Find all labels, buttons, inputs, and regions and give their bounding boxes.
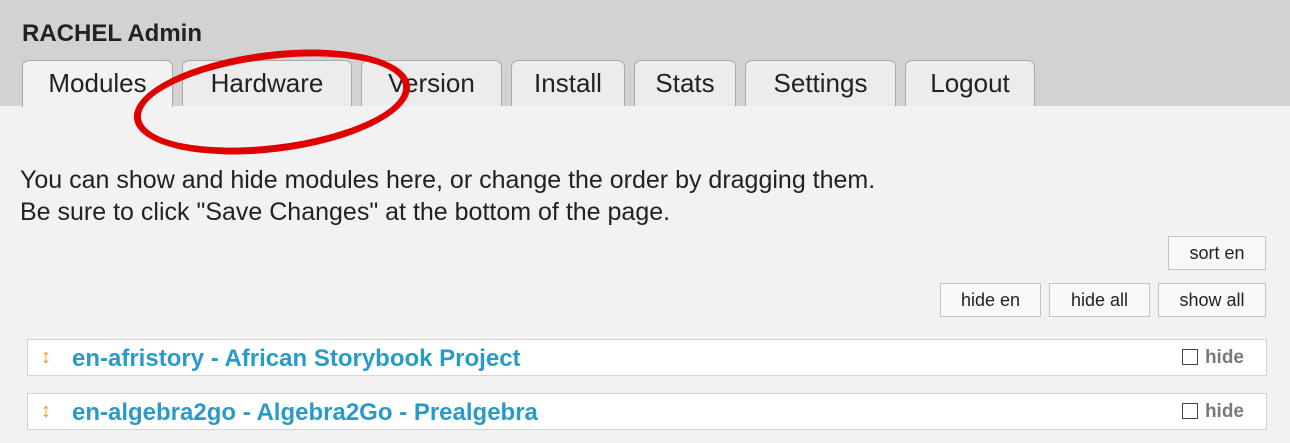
hide-checkbox[interactable] [1182, 403, 1198, 419]
intro-line-2: Be sure to click "Save Changes" at the b… [20, 198, 671, 226]
intro-line-1: You can show and hide modules here, or c… [20, 166, 876, 194]
drag-handle-icon[interactable]: ↕ [41, 345, 51, 369]
hide-label[interactable]: hide [1205, 347, 1244, 369]
module-hide-toggle: hide [1154, 399, 1244, 425]
tab-logout[interactable]: Logout [905, 60, 1035, 106]
module-row[interactable]: ↕ en-algebra2go - Algebra2Go - Prealgebr… [27, 393, 1267, 430]
module-title[interactable]: en-algebra2go - Algebra2Go - Prealgebra [72, 399, 538, 427]
tab-stats[interactable]: Stats [634, 60, 736, 106]
hide-en-button[interactable]: hide en [940, 283, 1041, 317]
app-title: RACHEL Admin [22, 20, 202, 47]
tab-settings[interactable]: Settings [745, 60, 896, 106]
show-all-button[interactable]: show all [1158, 283, 1266, 317]
hide-label[interactable]: hide [1205, 401, 1244, 423]
sort-en-button[interactable]: sort en [1168, 236, 1266, 270]
module-hide-toggle: hide [1154, 345, 1244, 371]
module-row[interactable]: ↕ en-afristory - African Storybook Proje… [27, 339, 1267, 376]
tab-install[interactable]: Install [511, 60, 625, 106]
hide-checkbox[interactable] [1182, 349, 1198, 365]
hide-all-button[interactable]: hide all [1049, 283, 1150, 317]
intro-text: You can show and hide modules here, or c… [20, 164, 875, 228]
drag-handle-icon[interactable]: ↕ [41, 399, 51, 423]
module-title[interactable]: en-afristory - African Storybook Project [72, 345, 521, 373]
